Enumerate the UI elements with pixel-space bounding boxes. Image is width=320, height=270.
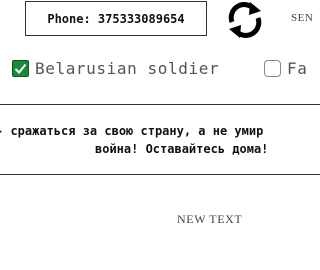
message-panel: - сражаться за свою страну, а не умир во… (0, 104, 320, 175)
phone-label: Phone: 375333089654 (47, 11, 185, 26)
send-button[interactable]: SEN (291, 12, 313, 24)
checkbox-checked[interactable] (12, 60, 29, 77)
message-line: - сражаться за свою страну, а не умир (0, 124, 264, 138)
refresh-arrows-icon (228, 2, 262, 38)
option-belarusian-soldier[interactable]: Belarusian soldier (12, 59, 219, 78)
new-text-label: NEW TEXT (177, 212, 243, 226)
phone-display: Phone: 375333089654 (25, 1, 207, 36)
checkmark-icon (14, 63, 27, 74)
option-label: Fa (287, 59, 308, 78)
option-second[interactable]: Fa (264, 59, 307, 78)
message-line: война! Оставайтесь дома! (95, 142, 269, 156)
refresh-button[interactable] (224, 0, 266, 40)
checkbox-unchecked[interactable] (264, 60, 281, 77)
option-label: Belarusian soldier (35, 59, 220, 78)
